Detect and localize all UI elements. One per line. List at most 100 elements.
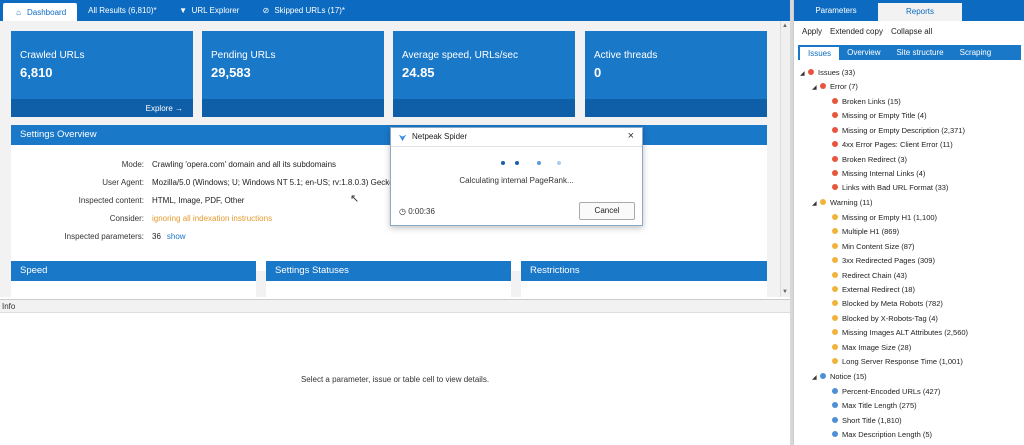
- subtab-overview[interactable]: Overview: [839, 45, 888, 60]
- card-value: 24.85: [402, 65, 435, 80]
- tree-label: Issues (33): [818, 68, 856, 77]
- collapse-icon[interactable]: ◢: [800, 67, 808, 81]
- tree-leaf-item[interactable]: Links with Bad URL Format (33): [832, 181, 948, 195]
- tree-leaf-label: Max Description Length (5): [842, 430, 933, 440]
- warning-dot-icon: [832, 358, 838, 364]
- tree-leaf-item[interactable]: Missing or Empty H1 (1,100): [832, 211, 937, 225]
- timer-value: 0:00:36: [408, 207, 435, 216]
- skip-icon: ⊘: [262, 6, 270, 15]
- tree-leaf-item[interactable]: Min Content Size (87): [832, 240, 915, 254]
- tree-leaf-item[interactable]: Broken Redirect (3): [832, 153, 907, 167]
- tree-leaf-label: Long Server Response Time (1,001): [842, 357, 963, 366]
- tab-dashboard-label: Dashboard: [27, 7, 67, 17]
- tree-leaf-label: 3xx Redirected Pages (309): [842, 256, 935, 266]
- card-pending-urls: Pending URLs 29,583: [202, 31, 384, 117]
- error-dot-icon: [832, 141, 838, 148]
- notice-dot-icon: [832, 402, 838, 409]
- close-icon[interactable]: ×: [628, 130, 634, 142]
- dialog-message: Calculating internal PageRank...: [459, 176, 574, 185]
- warning-dot-icon: [832, 228, 838, 235]
- tree-node-warning[interactable]: ◢ Warning (11): [812, 196, 873, 210]
- tree-leaf-label: Broken Redirect (3): [842, 154, 908, 164]
- error-dot-icon: [832, 170, 838, 176]
- subtab-issues[interactable]: Issues: [800, 47, 840, 60]
- tree-leaf-label: Short Title (1,810): [842, 415, 902, 425]
- apply-button[interactable]: Apply: [802, 27, 822, 36]
- settings-key: Inspected content:: [78, 196, 144, 205]
- explore-link[interactable]: Explore →: [146, 104, 183, 113]
- dialog-title: Netpeak Spider: [412, 132, 468, 141]
- tree-leaf-label: Max Title Length (275): [842, 401, 917, 411]
- tree-node-issues[interactable]: ◢ Issues (33): [800, 66, 855, 80]
- tree-leaf-item[interactable]: Missing or Empty Title (4): [832, 109, 927, 123]
- restrictions-title: Restrictions: [521, 261, 767, 281]
- settings-key: User Agent:: [102, 178, 144, 187]
- tree-leaf-label: Blocked by Meta Robots (782): [842, 299, 943, 309]
- settings-value-consider: ignoring all indexation instructions: [152, 214, 273, 223]
- clock-icon: ◷: [399, 207, 406, 216]
- dashboard-scrollbar[interactable]: ▲ ▼: [780, 21, 790, 297]
- tab-skipped-urls[interactable]: ⊘ Skipped URLs (17)*: [250, 0, 356, 21]
- progress-dialog: Netpeak Spider × Calculating internal Pa…: [390, 127, 643, 226]
- tree-leaf-item[interactable]: Missing Images ALT Attributes (2,560): [832, 326, 968, 340]
- tree-leaf-item[interactable]: Max Image Size (28): [832, 341, 911, 355]
- warning-dot-icon: [832, 314, 838, 321]
- show-parameters-link[interactable]: show: [167, 232, 186, 241]
- extended-copy-button[interactable]: Extended copy: [830, 27, 883, 36]
- tree-label: Notice (15): [830, 372, 867, 381]
- tree-leaf-item[interactable]: Short Title (1,810): [832, 414, 902, 428]
- tree-leaf-item[interactable]: 3xx Redirected Pages (309): [832, 254, 935, 268]
- error-dot-icon: [832, 155, 838, 162]
- top-tab-bar: ⌂ Dashboard All Results (6,810)* ▼ URL E…: [0, 0, 790, 21]
- card-footer: [585, 99, 767, 117]
- settings-statuses-title: Settings Statuses: [266, 261, 511, 281]
- subtab-scraping[interactable]: Scraping: [952, 45, 1000, 60]
- scroll-down-icon[interactable]: ▼: [782, 289, 788, 295]
- tree-leaf-label: Min Content Size (87): [842, 241, 915, 251]
- card-label: Average speed, URLs/sec: [402, 50, 518, 61]
- settings-key: Consider:: [109, 214, 144, 223]
- error-dot-icon: [832, 126, 838, 133]
- tree-leaf-item[interactable]: 4xx Error Pages: Client Error (11): [832, 138, 953, 152]
- tree-leaf-item[interactable]: Missing or Empty Description (2,371): [832, 124, 965, 138]
- collapse-icon[interactable]: ◢: [812, 197, 820, 211]
- tree-leaf-item[interactable]: Max Title Length (275): [832, 399, 917, 413]
- tab-all-results-label: All Results (6,810)*: [88, 6, 157, 15]
- warning-dot-icon: [832, 214, 838, 220]
- warning-dot-icon: [820, 199, 826, 205]
- cancel-button[interactable]: Cancel: [579, 202, 635, 220]
- tree-leaf-item[interactable]: Percent-Encoded URLs (427): [832, 385, 940, 399]
- tree-leaf-item[interactable]: External Redirect (18): [832, 283, 915, 297]
- collapse-all-button[interactable]: Collapse all: [891, 27, 932, 36]
- settings-row-user-agent: User Agent: Mozilla/5.0 (Windows; U; Win…: [11, 178, 767, 192]
- settings-value: Mozilla/5.0 (Windows; U; Windows NT 5.1;…: [152, 178, 394, 187]
- tree-leaf-item[interactable]: Broken Links (15): [832, 95, 901, 109]
- tree-node-notice[interactable]: ◢ Notice (15): [812, 370, 867, 384]
- tree-node-error[interactable]: ◢ Error (7): [812, 80, 858, 94]
- subtab-site-structure[interactable]: Site structure: [888, 45, 951, 60]
- collapse-icon[interactable]: ◢: [812, 81, 820, 95]
- settings-row-inspected-content: Inspected content: HTML, Image, PDF, Oth…: [11, 196, 767, 210]
- tree-leaf-item[interactable]: Max Description Length (5): [832, 428, 932, 442]
- tab-all-results[interactable]: All Results (6,810)*: [77, 0, 167, 21]
- tree-leaf-label: 4xx Error Pages: Client Error (11): [842, 140, 953, 150]
- tree-leaf-item[interactable]: Blocked by X-Robots-Tag (4): [832, 312, 938, 326]
- error-dot-icon: [832, 184, 838, 191]
- tab-reports[interactable]: Reports: [878, 3, 962, 21]
- tab-dashboard[interactable]: ⌂ Dashboard: [3, 3, 78, 21]
- card-footer: [202, 99, 384, 117]
- tab-url-explorer[interactable]: ▼ URL Explorer: [168, 0, 251, 21]
- error-dot-icon: [808, 69, 814, 75]
- tree-leaf-item[interactable]: Blocked by Meta Robots (782): [832, 297, 943, 311]
- tree-leaf-item[interactable]: Multiple H1 (869): [832, 225, 899, 239]
- tab-parameters[interactable]: Parameters: [794, 0, 878, 21]
- tree-leaf-item[interactable]: Missing Internal Links (4): [832, 167, 925, 181]
- card-active-threads: Active threads 0: [585, 31, 767, 117]
- warning-dot-icon: [832, 242, 838, 249]
- tree-leaf-item[interactable]: Redirect Chain (43): [832, 269, 907, 283]
- tree-leaf-item[interactable]: Long Server Response Time (1,001): [832, 355, 963, 369]
- warning-dot-icon: [832, 271, 838, 278]
- speed-panel-title: Speed: [11, 261, 256, 281]
- scroll-up-icon[interactable]: ▲: [782, 23, 788, 29]
- collapse-icon[interactable]: ◢: [812, 371, 820, 385]
